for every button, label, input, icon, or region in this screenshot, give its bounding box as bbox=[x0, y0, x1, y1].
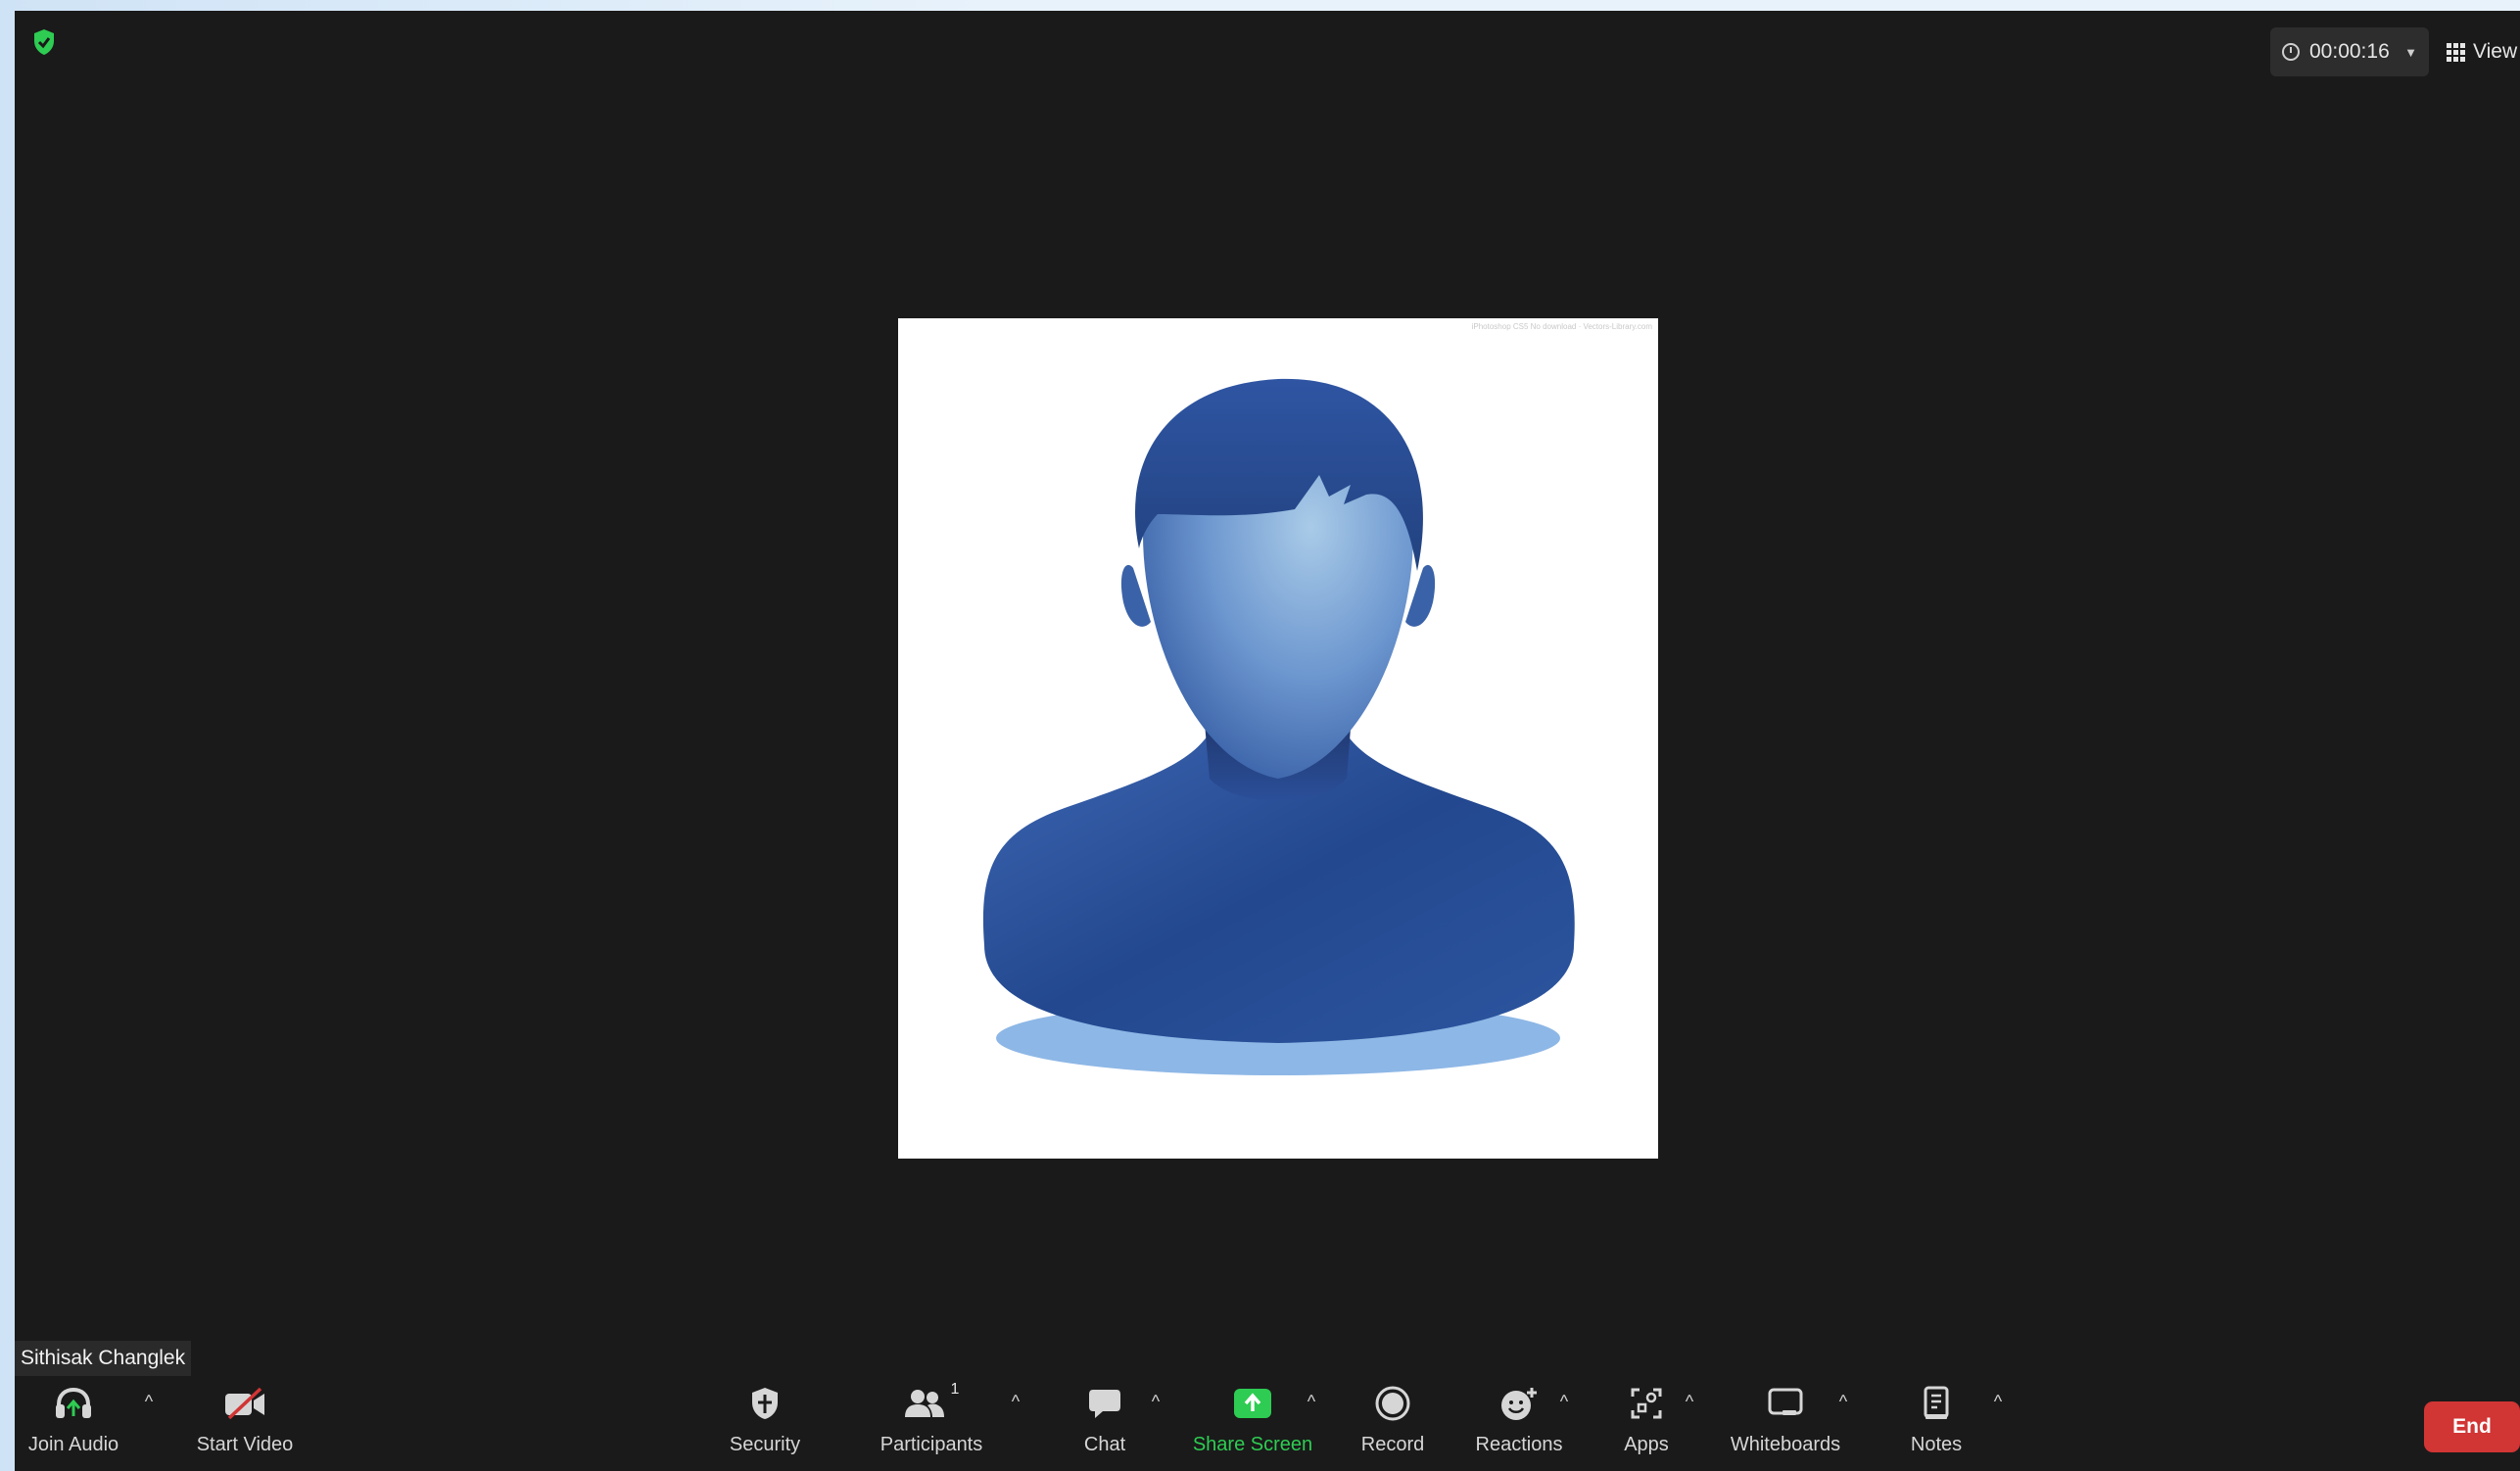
zoom-meeting-window: 00:00:16 ▼ View iPhotoshop CS5 No downlo… bbox=[15, 11, 2520, 1471]
join-audio-button[interactable]: Join Audio bbox=[28, 1379, 119, 1471]
notes-icon bbox=[1924, 1386, 1949, 1419]
meeting-timer[interactable]: 00:00:16 ▼ bbox=[2270, 27, 2429, 76]
record-button[interactable]: Record bbox=[1359, 1379, 1426, 1471]
participants-count: 1 bbox=[950, 1381, 960, 1398]
share-options-caret[interactable]: ^ bbox=[1302, 1387, 1321, 1416]
participant-name-tag: Sithisak Changlek bbox=[15, 1341, 192, 1376]
apps-options-caret[interactable]: ^ bbox=[1680, 1387, 1699, 1416]
participants-options-caret[interactable]: ^ bbox=[1006, 1387, 1025, 1416]
meeting-toolbar: Join Audio ^ Start Video Security 1 Part… bbox=[15, 1379, 2520, 1471]
security-button[interactable]: Security bbox=[718, 1379, 812, 1471]
shield-check-icon[interactable] bbox=[32, 28, 56, 56]
whiteboards-options-caret[interactable]: ^ bbox=[1833, 1387, 1853, 1416]
reactions-options-caret[interactable]: ^ bbox=[1554, 1387, 1574, 1416]
chat-bubble-icon bbox=[1089, 1390, 1120, 1418]
end-meeting-button[interactable]: End bbox=[2424, 1401, 2520, 1452]
video-off-icon bbox=[225, 1387, 264, 1420]
record-icon bbox=[1375, 1386, 1410, 1421]
view-label: View bbox=[2473, 40, 2518, 63]
apps-button[interactable]: Apps bbox=[1617, 1379, 1676, 1471]
share-screen-button[interactable]: Share Screen bbox=[1190, 1379, 1315, 1471]
person-avatar-icon bbox=[982, 378, 1575, 1075]
headphones-icon bbox=[56, 1387, 91, 1418]
grid-icon bbox=[2447, 42, 2465, 62]
share-screen-icon bbox=[1234, 1389, 1271, 1418]
chevron-down-icon: ▼ bbox=[2404, 44, 2417, 60]
reactions-icon bbox=[1501, 1388, 1537, 1420]
security-shield-icon bbox=[752, 1388, 778, 1419]
notes-options-caret[interactable]: ^ bbox=[1988, 1387, 2008, 1416]
whiteboards-button[interactable]: Whiteboards bbox=[1724, 1379, 1847, 1471]
audio-options-caret[interactable]: ^ bbox=[139, 1387, 159, 1416]
notes-button[interactable]: Notes bbox=[1905, 1379, 1968, 1471]
whiteboard-icon bbox=[1768, 1388, 1803, 1415]
participant-avatar-tile: iPhotoshop CS5 No download · Vectors-Lib… bbox=[898, 318, 1658, 1159]
participants-button[interactable]: 1 Participants bbox=[872, 1379, 991, 1471]
timer-text: 00:00:16 bbox=[2309, 40, 2390, 63]
view-button[interactable]: View bbox=[2447, 27, 2520, 76]
chat-options-caret[interactable]: ^ bbox=[1146, 1387, 1165, 1416]
clock-icon bbox=[2282, 43, 2300, 61]
apps-icon bbox=[1631, 1388, 1662, 1419]
start-video-button[interactable]: Start Video bbox=[191, 1379, 299, 1471]
chat-button[interactable]: Chat bbox=[1077, 1379, 1132, 1471]
reactions-button[interactable]: Reactions bbox=[1474, 1379, 1564, 1471]
participants-icon bbox=[904, 1390, 944, 1417]
